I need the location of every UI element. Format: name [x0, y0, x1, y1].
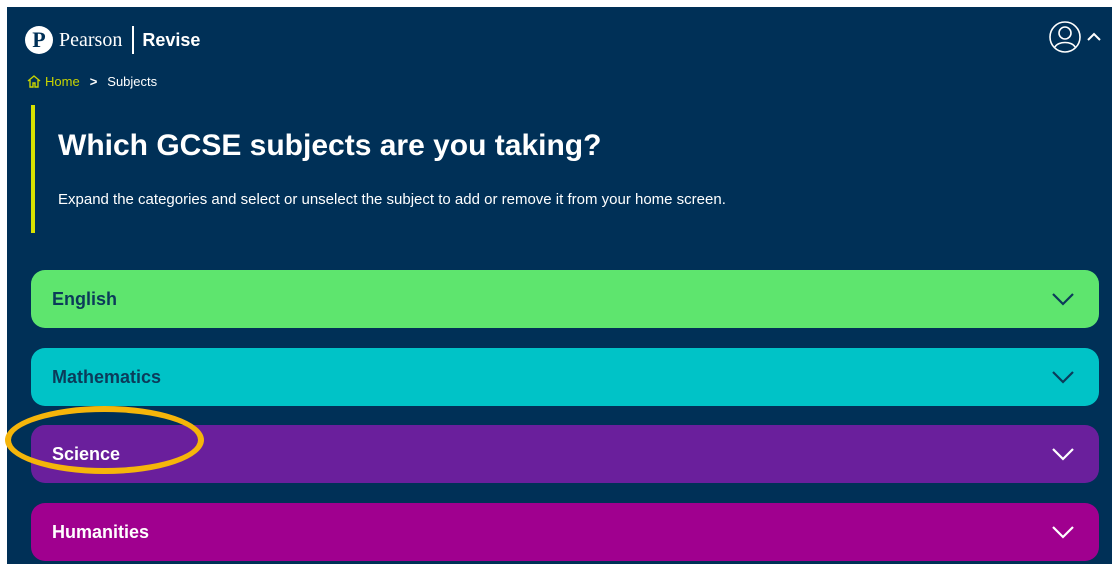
user-account-icon[interactable] [1048, 20, 1082, 54]
chevron-up-icon[interactable] [1086, 31, 1102, 43]
pearson-logo-icon: P [25, 26, 53, 54]
brand-name: Pearson [59, 28, 123, 51]
user-menu[interactable] [1048, 20, 1102, 54]
page-description: Expand the categories and select or unse… [58, 191, 726, 208]
product-name: Revise [142, 29, 201, 50]
category-humanities[interactable]: Humanities [31, 503, 1099, 561]
hero-accent-bar [31, 105, 35, 233]
app-window: P Pearson Revise Home > Subjects Which G… [7, 7, 1112, 564]
category-label: Science [52, 443, 121, 464]
category-mathematics[interactable]: Mathematics [31, 348, 1099, 406]
category-english[interactable]: English [31, 270, 1099, 328]
category-label: Humanities [52, 521, 150, 542]
breadcrumb-home-label: Home [45, 74, 80, 89]
breadcrumb-home-link[interactable]: Home [27, 74, 80, 89]
chevron-down-icon[interactable] [1051, 525, 1075, 539]
category-label: Mathematics [52, 366, 162, 387]
chevron-down-icon[interactable] [1051, 370, 1075, 384]
breadcrumb-separator: > [89, 74, 98, 89]
logo-divider [132, 26, 135, 54]
breadcrumb-current: Subjects [107, 74, 158, 89]
home-icon [27, 75, 41, 88]
category-science[interactable]: Science [31, 425, 1099, 483]
page-title: Which GCSE subjects are you taking? [58, 129, 602, 162]
chevron-down-icon[interactable] [1051, 292, 1075, 306]
brand-logo[interactable]: P Pearson Revise [25, 21, 200, 59]
chevron-down-icon[interactable] [1051, 447, 1075, 461]
page-hero: Which GCSE subjects are you taking? Expa… [31, 105, 1091, 233]
category-label: English [52, 288, 118, 309]
breadcrumb: Home > Subjects [27, 74, 157, 89]
